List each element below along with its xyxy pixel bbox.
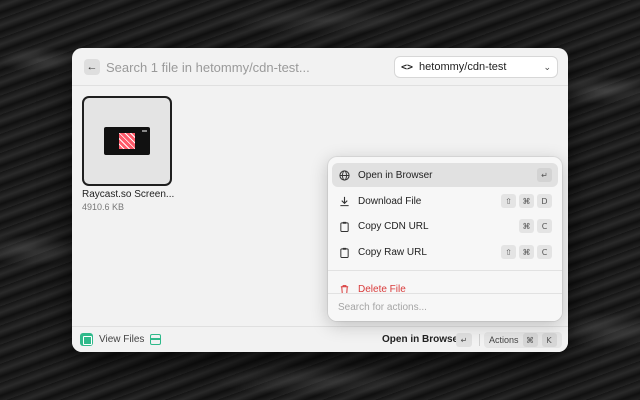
- action-search: [328, 293, 562, 321]
- raycast-logo-icon: [119, 133, 135, 149]
- action-copy-raw-url[interactable]: Copy Raw URL ⇧ ⌘ C: [332, 240, 558, 264]
- actions-label: Actions: [489, 335, 519, 345]
- back-arrow-icon[interactable]: ←: [84, 59, 100, 75]
- search-input[interactable]: [106, 58, 346, 76]
- c-key: C: [537, 219, 552, 233]
- actions-button[interactable]: Actions ⌘ K: [484, 332, 562, 348]
- k-key: K: [541, 333, 557, 347]
- d-key: D: [537, 194, 552, 208]
- file-grid-item[interactable]: Raycast.so Screen... 4910.6 KB: [82, 96, 175, 212]
- cmd-key: ⌘: [519, 245, 534, 259]
- action-label: Copy CDN URL: [358, 220, 429, 232]
- clipboard-icon: [338, 246, 350, 258]
- action-divider: [328, 270, 562, 271]
- action-label: Download File: [358, 195, 422, 207]
- action-copy-cdn-url[interactable]: Copy CDN URL ⌘ C: [332, 214, 558, 238]
- cmd-key: ⌘: [519, 194, 534, 208]
- footer-bar: View Files Open in Browser ↵ Actions ⌘ K: [72, 326, 568, 352]
- footer-divider: [479, 334, 480, 346]
- clipboard-icon: [338, 220, 350, 232]
- repo-dropdown-label: hetommy/cdn-test: [419, 61, 507, 73]
- file-size: 4910.6 KB: [82, 202, 125, 212]
- action-panel: Open in Browser ↵ Download File ⇧ ⌘ D Co…: [328, 157, 562, 321]
- action-open-in-browser[interactable]: Open in Browser ↵: [332, 163, 558, 187]
- screenshot-preview: [104, 127, 150, 155]
- preview-bar: [142, 130, 147, 132]
- enter-key: ↵: [537, 168, 552, 182]
- code-icon: <>: [401, 61, 414, 73]
- footer-primary-action[interactable]: Open in Browser: [382, 334, 462, 345]
- enter-key: ↵: [456, 333, 472, 347]
- cmd-key: ⌘: [522, 333, 538, 347]
- action-label: Copy Raw URL: [358, 246, 427, 258]
- footer-title: View Files: [99, 334, 145, 345]
- storage-icon: [150, 334, 161, 345]
- shift-key: ⇧: [501, 245, 516, 259]
- shift-key: ⇧: [501, 194, 516, 208]
- extension-icon: [80, 333, 93, 346]
- repo-dropdown[interactable]: <> hetommy/cdn-test ⌄: [394, 56, 558, 78]
- action-label: Open in Browser: [358, 169, 433, 181]
- globe-icon: [338, 169, 350, 181]
- action-search-input[interactable]: [328, 294, 562, 321]
- action-download-file[interactable]: Download File ⇧ ⌘ D: [332, 189, 558, 213]
- file-name: Raycast.so Screen...: [82, 189, 175, 200]
- cmd-key: ⌘: [519, 219, 534, 233]
- chevron-down-icon: ⌄: [543, 61, 551, 72]
- search-bar: ← <> hetommy/cdn-test ⌄: [72, 48, 568, 86]
- c-key: C: [537, 245, 552, 259]
- file-thumbnail[interactable]: [82, 96, 172, 186]
- download-icon: [338, 195, 350, 207]
